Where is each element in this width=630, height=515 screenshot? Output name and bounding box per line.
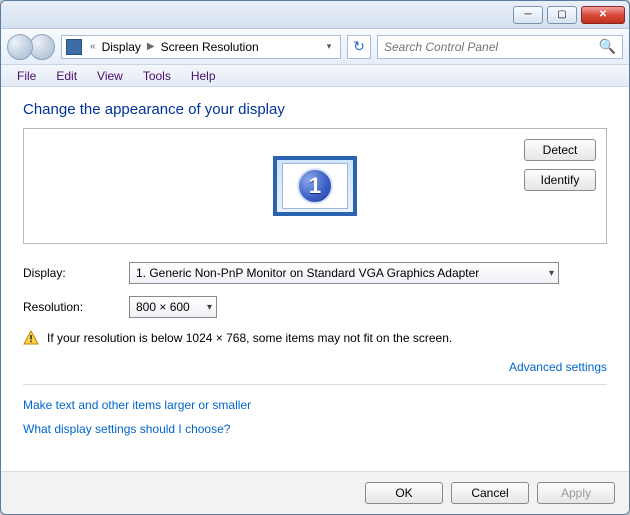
content-area: Change the appearance of your display 1 … [1,87,629,471]
advanced-settings-link[interactable]: Advanced settings [509,360,607,374]
resolution-row: Resolution: 800 × 600 [23,296,607,318]
monitor-icon[interactable]: 1 [273,156,357,216]
nav-row: « Display ▶ Screen Resolution ▾ ↻ 🔍 [1,29,629,65]
monitor-preview-box: 1 Detect Identify [23,128,607,244]
apply-button[interactable]: Apply [537,482,615,504]
monitor-number-badge: 1 [297,168,333,204]
resolution-combo-value: 800 × 600 [136,300,190,314]
menu-file[interactable]: File [7,67,46,85]
search-box[interactable]: 🔍 [377,35,623,59]
nav-buttons [7,34,55,60]
breadcrumb-display[interactable]: Display [100,40,143,54]
refresh-button[interactable]: ↻ [347,35,371,59]
close-button[interactable]: ✕ [581,6,625,24]
ok-button[interactable]: OK [365,482,443,504]
warning-icon [23,330,39,346]
resolution-combo[interactable]: 800 × 600 [129,296,217,318]
display-row: Display: 1. Generic Non-PnP Monitor on S… [23,262,607,284]
chevron-down-icon[interactable]: ▾ [322,41,336,52]
back-button[interactable] [7,34,33,60]
menu-view[interactable]: View [87,67,133,85]
chevron-left-icon: « [86,41,100,52]
breadcrumb-screen-resolution[interactable]: Screen Resolution [159,40,261,54]
search-icon[interactable]: 🔍 [599,38,616,55]
display-label: Display: [23,266,129,280]
breadcrumb[interactable]: « Display ▶ Screen Resolution ▾ [61,35,341,59]
search-input[interactable] [384,40,599,54]
titlebar: ─ ▢ ✕ [1,1,629,29]
menu-edit[interactable]: Edit [46,67,87,85]
warning-text: If your resolution is below 1024 × 768, … [47,331,452,345]
links-list: Make text and other items larger or smal… [23,393,607,441]
cancel-button[interactable]: Cancel [451,482,529,504]
advanced-row: Advanced settings [23,360,607,385]
display-help-link[interactable]: What display settings should I choose? [23,422,230,436]
display-combo[interactable]: 1. Generic Non-PnP Monitor on Standard V… [129,262,559,284]
window: ─ ▢ ✕ « Display ▶ Screen Resolution ▾ ↻ … [0,0,630,515]
monitor-screen: 1 [282,163,348,209]
menu-help[interactable]: Help [181,67,226,85]
monitor-buttons: Detect Identify [524,139,596,191]
menubar: File Edit View Tools Help [1,65,629,87]
page-title: Change the appearance of your display [23,101,607,118]
maximize-button[interactable]: ▢ [547,6,577,24]
menu-tools[interactable]: Tools [133,67,181,85]
text-size-link[interactable]: Make text and other items larger or smal… [23,398,251,412]
refresh-icon: ↻ [353,38,365,55]
control-panel-icon [66,39,82,55]
display-combo-value: 1. Generic Non-PnP Monitor on Standard V… [136,266,479,280]
chevron-right-icon: ▶ [143,41,159,52]
minimize-button[interactable]: ─ [513,6,543,24]
identify-button[interactable]: Identify [524,169,596,191]
warning-row: If your resolution is below 1024 × 768, … [23,330,607,346]
resolution-label: Resolution: [23,300,129,314]
detect-button[interactable]: Detect [524,139,596,161]
bottom-bar: OK Cancel Apply [1,471,629,514]
